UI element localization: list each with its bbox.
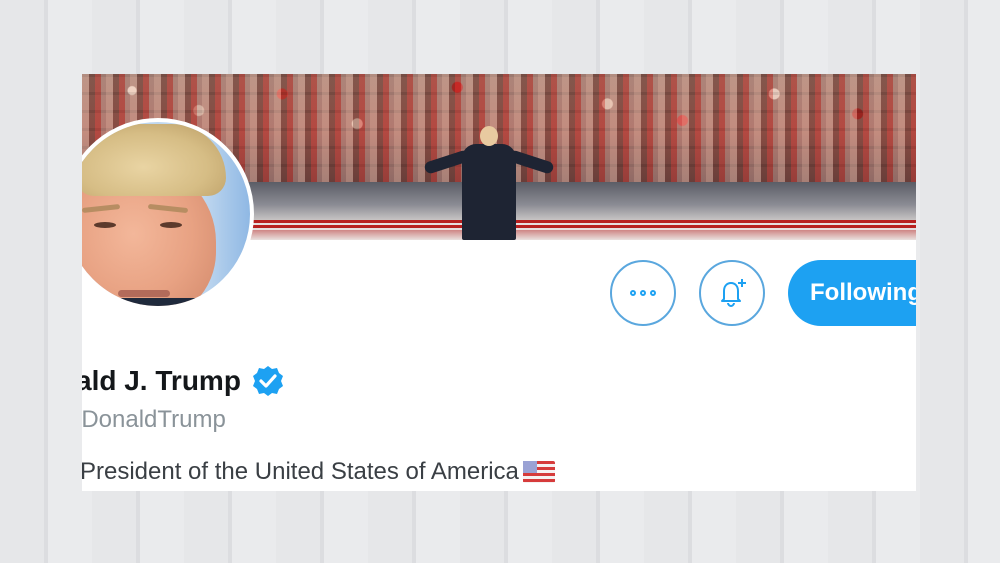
notifications-button[interactable]: [699, 260, 765, 326]
profile-bio-text: President of the United States of Americ…: [82, 458, 519, 485]
us-flag-icon: [522, 461, 555, 483]
following-button-label: Following: [810, 279, 916, 306]
profile-bio: President of the United States of Americ…: [82, 458, 555, 486]
profile-name: ald J. Trump: [82, 365, 241, 396]
banner-stage-bunting: [242, 220, 916, 230]
more-icon: [630, 290, 656, 296]
profile-card: Following ald J. Trump lDonaldTrump Pres…: [82, 74, 916, 491]
profile-handle: lDonaldTrump: [82, 406, 226, 433]
banner-stage: [242, 182, 916, 220]
profile-name-row: ald J. Trump: [82, 364, 285, 398]
following-button[interactable]: Following: [788, 260, 916, 326]
more-options-button[interactable]: [610, 260, 676, 326]
bell-plus-icon: [721, 279, 746, 308]
verified-badge-icon: [252, 366, 283, 396]
banner-speaker-figure: [423, 126, 555, 240]
